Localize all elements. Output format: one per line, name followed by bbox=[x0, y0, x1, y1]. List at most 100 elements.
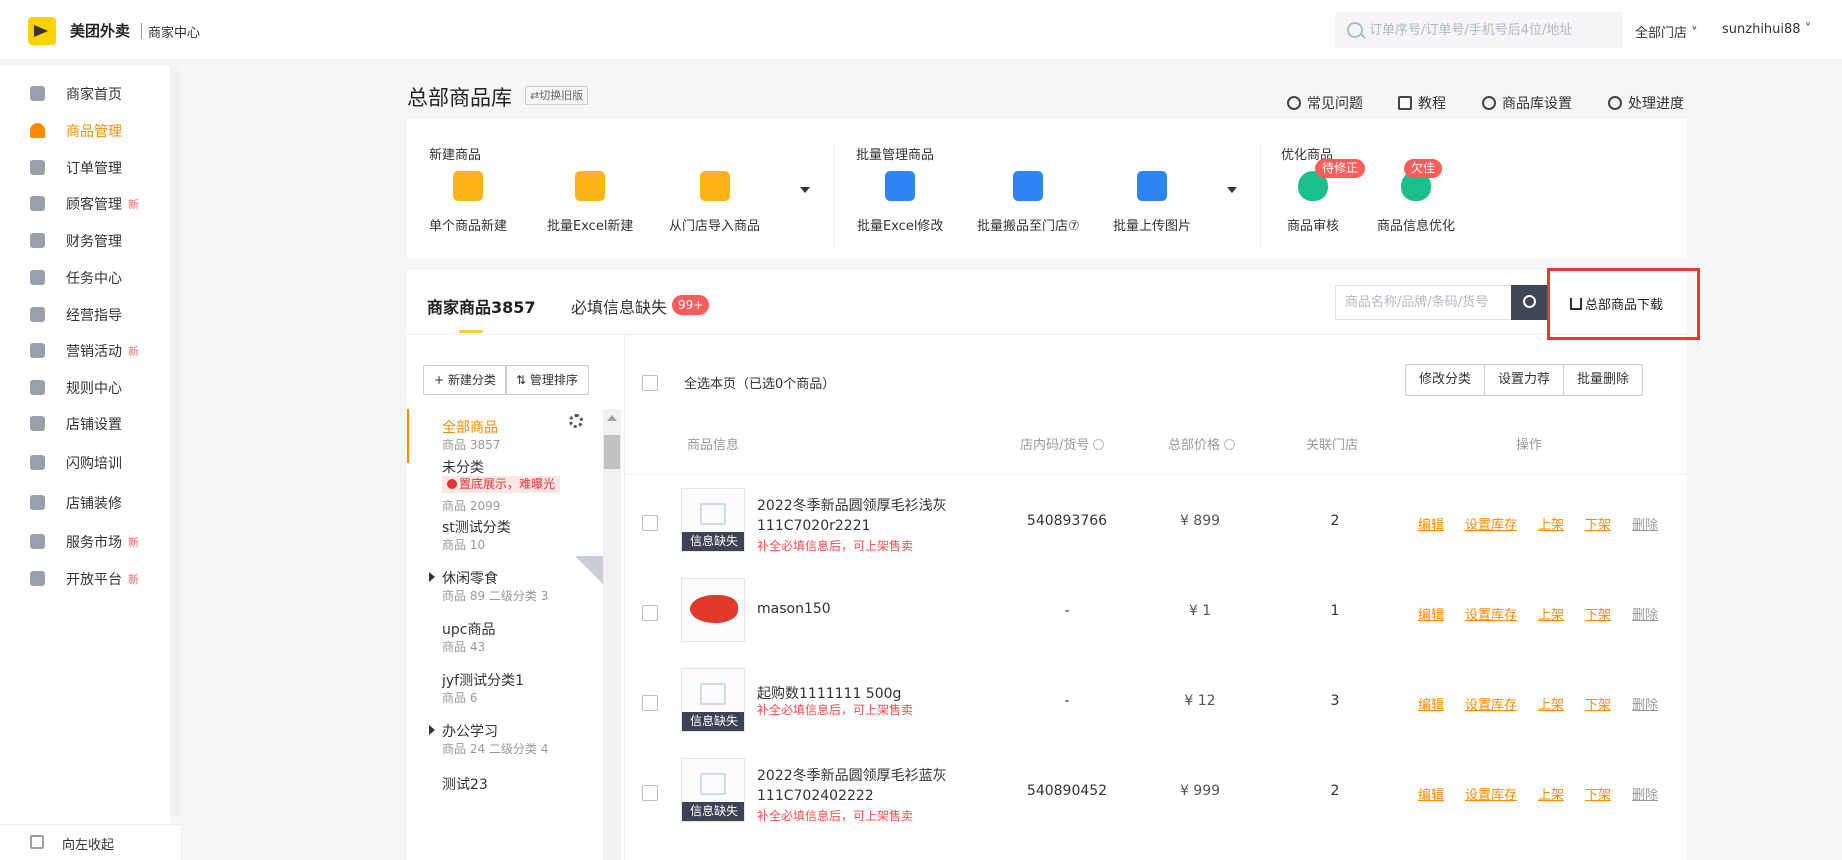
row-action-link[interactable]: 设置库存 bbox=[1465, 788, 1517, 803]
library-settings-link[interactable]: 商品库设置 bbox=[1482, 93, 1572, 113]
select-all-checkbox[interactable] bbox=[642, 375, 658, 391]
row-action-link[interactable]: 编辑 bbox=[1418, 698, 1444, 713]
tool-badge: 欠佳 bbox=[1404, 159, 1443, 178]
row-action-link[interactable]: 上架 bbox=[1538, 608, 1564, 623]
switch-old-version-button[interactable]: ⇄切换旧版 bbox=[525, 86, 589, 105]
row-action-link[interactable]: 设置库存 bbox=[1465, 698, 1517, 713]
pin-top-icon[interactable] bbox=[575, 556, 603, 584]
row-action-link[interactable]: 上架 bbox=[1538, 518, 1564, 533]
row-action-link[interactable]: 删除 bbox=[1632, 698, 1658, 713]
image-placeholder-icon bbox=[700, 773, 726, 795]
tool-button[interactable]: 批量上传图片 bbox=[1113, 171, 1191, 234]
tool-icon bbox=[453, 171, 483, 201]
row-action-link[interactable]: 下架 bbox=[1585, 788, 1611, 803]
tutorial-link[interactable]: 教程 bbox=[1398, 93, 1446, 113]
tool-button[interactable]: 单个商品新建 bbox=[429, 171, 507, 234]
row-action-link[interactable]: 下架 bbox=[1585, 518, 1611, 533]
sidebar-item[interactable]: 经营指导 bbox=[0, 296, 170, 332]
table-row: 信息缺失 2022冬季新品圆领厚毛衫浅灰111C7020r2221 补全必填信息后，… bbox=[625, 476, 1687, 566]
tool-button[interactable]: 商品审核 待修正 bbox=[1287, 159, 1366, 234]
more-batch-dropdown-icon[interactable] bbox=[1227, 187, 1237, 193]
progress-link[interactable]: 处理进度 bbox=[1608, 93, 1684, 113]
product-image[interactable] bbox=[681, 578, 745, 642]
scrollbar-thumb[interactable] bbox=[604, 435, 620, 469]
help-icon[interactable] bbox=[1093, 439, 1105, 450]
row-action-link[interactable]: 删除 bbox=[1632, 788, 1658, 803]
row-action-link[interactable]: 设置库存 bbox=[1465, 608, 1517, 623]
category-warning-text: 置底展示，难曝光 bbox=[459, 477, 556, 491]
order-search-input[interactable] bbox=[1369, 12, 1619, 48]
category-name: jyf测试分类1 bbox=[442, 673, 525, 689]
product-search[interactable] bbox=[1335, 285, 1511, 320]
sidebar-item[interactable]: 闪购培训 bbox=[0, 444, 170, 480]
product-image[interactable]: 信息缺失 bbox=[681, 758, 745, 822]
product-search-input[interactable] bbox=[1336, 286, 1506, 319]
row-checkbox[interactable] bbox=[642, 785, 658, 801]
sidebar-item[interactable]: 店铺装修 bbox=[0, 484, 170, 520]
sidebar-item[interactable]: 商品管理 bbox=[0, 112, 170, 148]
batch-delete-button[interactable]: 批量删除 bbox=[1564, 365, 1642, 395]
row-action-link[interactable]: 上架 bbox=[1538, 698, 1564, 713]
sidebar-scrollbar[interactable] bbox=[170, 66, 180, 816]
collapse-sidebar-button[interactable]: 向左收起 bbox=[0, 824, 180, 860]
row-action-link[interactable]: 设置库存 bbox=[1465, 518, 1517, 533]
row-action-link[interactable]: 编辑 bbox=[1418, 608, 1444, 623]
row-action-link[interactable]: 删除 bbox=[1632, 608, 1658, 623]
product-image[interactable]: 信息缺失 bbox=[681, 488, 745, 552]
tool-button[interactable]: 批量搬品至门店⑦ bbox=[977, 171, 1080, 234]
sidebar-item[interactable]: 商家首页 bbox=[0, 75, 170, 111]
category-scrollbar[interactable] bbox=[603, 409, 621, 860]
sidebar-item-label: 订单管理 bbox=[66, 161, 122, 177]
tutorial-label: 教程 bbox=[1418, 96, 1446, 112]
sidebar-item[interactable]: 规则中心 bbox=[0, 369, 170, 405]
order-search[interactable] bbox=[1335, 12, 1623, 48]
download-all-products-button[interactable]: 总部商品下载 bbox=[1570, 294, 1663, 313]
row-checkbox[interactable] bbox=[642, 515, 658, 531]
product-name[interactable]: 2022冬季新品圆领厚毛衫浅灰111C7020r2221 bbox=[757, 496, 967, 536]
set-recommend-button[interactable]: 设置力荐 bbox=[1485, 365, 1565, 395]
menu-icon bbox=[30, 86, 45, 101]
row-action-link[interactable]: 编辑 bbox=[1418, 518, 1444, 533]
row-action-link[interactable]: 删除 bbox=[1632, 518, 1658, 533]
user-menu[interactable]: sunzhihui88 ˅ bbox=[1722, 22, 1811, 37]
more-create-dropdown-icon[interactable] bbox=[800, 187, 810, 193]
gear-icon[interactable] bbox=[569, 414, 583, 428]
faq-link[interactable]: 常见问题 bbox=[1287, 93, 1363, 113]
sidebar-item[interactable]: 店铺设置 bbox=[0, 405, 170, 441]
sidebar-item[interactable]: 服务市场新 bbox=[0, 523, 170, 559]
sidebar-item[interactable]: 营销活动新 bbox=[0, 332, 170, 368]
expand-arrow-icon[interactable] bbox=[429, 572, 435, 582]
brand-divider bbox=[141, 23, 142, 39]
tab-missing-info[interactable]: 必填信息缺失 bbox=[571, 294, 667, 318]
tool-label: 批量搬品至门店⑦ bbox=[977, 219, 1080, 234]
row-action-link[interactable]: 下架 bbox=[1585, 608, 1611, 623]
tool-button[interactable]: 批量Excel修改 bbox=[857, 171, 943, 234]
row-checkbox[interactable] bbox=[642, 605, 658, 621]
product-search-button[interactable] bbox=[1511, 285, 1549, 320]
help-icon[interactable] bbox=[1224, 439, 1236, 450]
sidebar-item[interactable]: 顾客管理新 bbox=[0, 185, 170, 221]
info-missing-tag: 信息缺失 bbox=[682, 802, 744, 821]
sidebar-item[interactable]: 财务管理 bbox=[0, 222, 170, 258]
table-row: 信息缺失 2022冬季新品圆领厚毛衫蓝灰111C702402222 补全必填信息后，… bbox=[625, 746, 1687, 836]
change-category-button[interactable]: 修改分类 bbox=[1406, 365, 1486, 395]
manage-sort-button[interactable]: ⇅ 管理排序 bbox=[505, 365, 589, 395]
meituan-logo[interactable] bbox=[28, 17, 56, 45]
row-action-link[interactable]: 下架 bbox=[1585, 698, 1611, 713]
sidebar-item[interactable]: 开放平台新 bbox=[0, 560, 170, 596]
expand-arrow-icon[interactable] bbox=[429, 725, 435, 735]
new-category-button[interactable]: + 新建分类 bbox=[423, 365, 507, 395]
store-select[interactable]: 全部门店 ˅ bbox=[1635, 22, 1698, 41]
tool-button[interactable]: 从门店导入商品 bbox=[669, 171, 760, 234]
tab-merchant-products[interactable]: 商家商品3857 bbox=[427, 294, 536, 318]
product-name[interactable]: mason150 bbox=[757, 599, 967, 619]
sidebar-item[interactable]: 任务中心 bbox=[0, 259, 170, 295]
row-checkbox[interactable] bbox=[642, 695, 658, 711]
row-action-link[interactable]: 上架 bbox=[1538, 788, 1564, 803]
row-action-link[interactable]: 编辑 bbox=[1418, 788, 1444, 803]
product-name[interactable]: 2022冬季新品圆领厚毛衫蓝灰111C702402222 bbox=[757, 766, 967, 806]
tool-button[interactable]: 商品信息优化 欠佳 bbox=[1377, 159, 1455, 234]
tool-button[interactable]: 批量Excel新建 bbox=[547, 171, 633, 234]
product-image[interactable]: 信息缺失 bbox=[681, 668, 745, 732]
sidebar-item[interactable]: 订单管理 bbox=[0, 149, 170, 185]
